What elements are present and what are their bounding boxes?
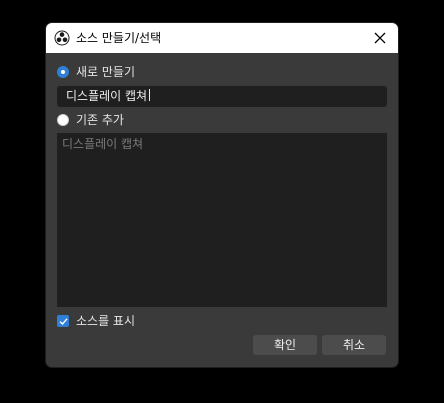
visibility-label: 소스를 표시 [76,314,136,328]
source-name-value: 디스플레이 캡쳐 [66,89,148,103]
window-title: 소스 만들기/선택 [76,31,162,45]
ok-button[interactable]: 확인 [253,335,317,355]
close-button[interactable] [370,28,390,48]
create-new-label: 새로 만들기 [76,65,136,79]
create-new-option[interactable]: 새로 만들기 [57,63,135,81]
source-name-input[interactable]: 디스플레이 캡쳐 [57,86,387,107]
add-existing-option[interactable]: 기존 추가 [57,111,124,129]
cancel-button[interactable]: 취소 [322,335,386,355]
close-icon [374,32,386,44]
add-existing-radio[interactable] [57,114,69,126]
obs-logo-icon [54,30,70,46]
visibility-checkbox[interactable] [57,315,69,327]
visibility-option[interactable]: 소스를 표시 [57,312,135,330]
existing-sources-list[interactable]: 디스플레이 캡쳐 [57,133,387,307]
title-bar: 소스 만들기/선택 [46,23,398,53]
checkmark-icon [59,317,68,325]
list-item[interactable]: 디스플레이 캡쳐 [62,137,382,151]
create-select-source-dialog: 소스 만들기/선택 새로 만들기 디스플레이 캡쳐 기존 추가 디스플레이 캡쳐… [46,23,398,367]
create-new-radio[interactable] [57,66,69,78]
text-caret [149,89,151,101]
add-existing-label: 기존 추가 [76,113,124,127]
